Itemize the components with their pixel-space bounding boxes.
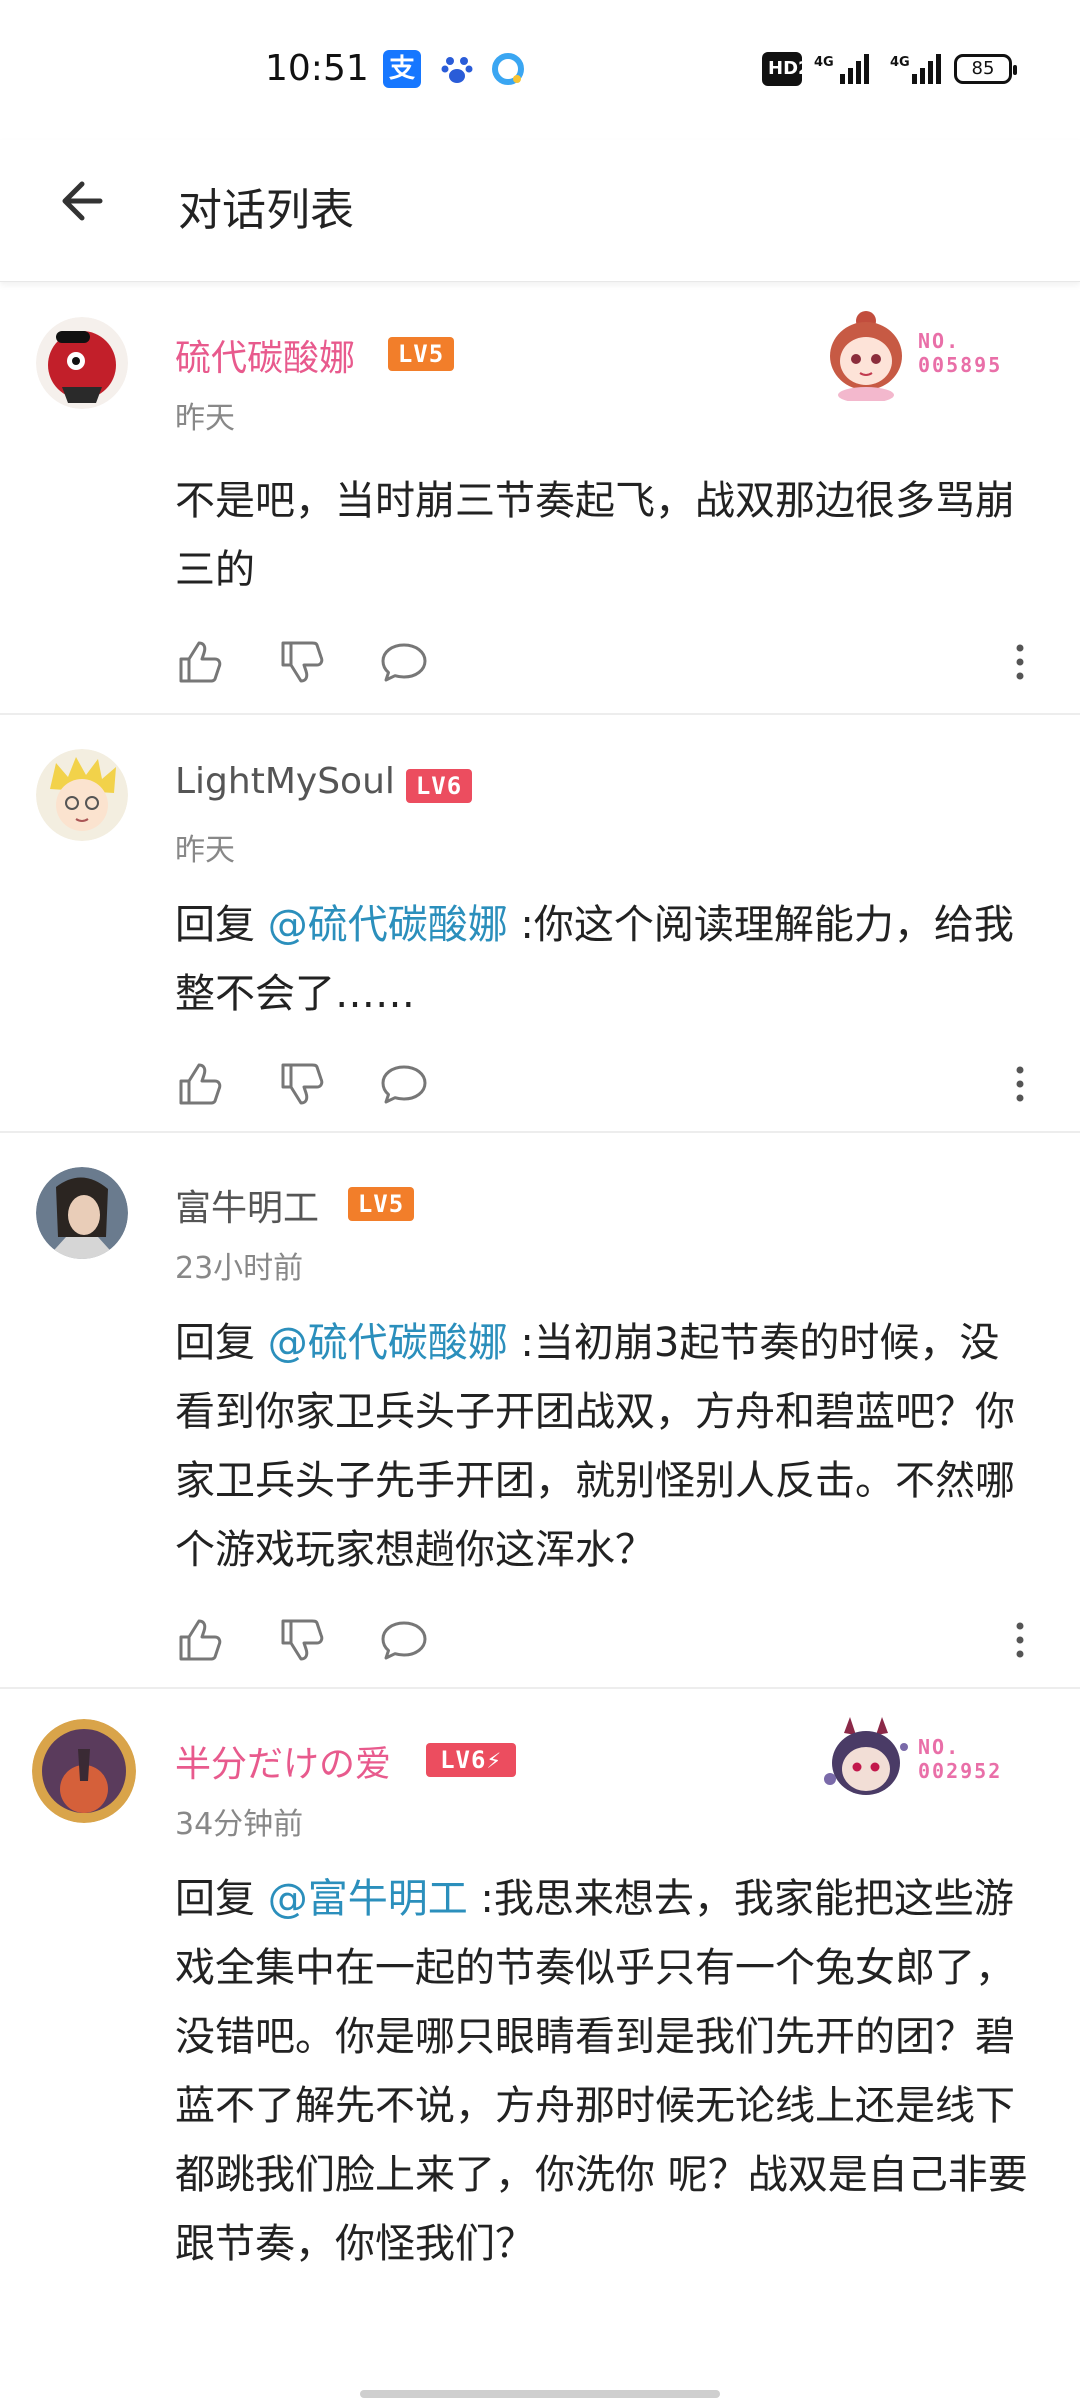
avatar[interactable] [36, 749, 128, 841]
status-time: 10:51 [265, 48, 369, 89]
battery-icon: 85 [954, 54, 1017, 84]
reply-prefix: 回复 [175, 1876, 268, 1922]
badge-character-icon [816, 1707, 916, 1807]
comment-bubble-icon[interactable] [379, 1615, 429, 1665]
baidu-paw-icon [438, 50, 476, 88]
comment-item: 硫代碳酸娜 LV5 NO. 005895 昨天 不是吧，当时崩三节奏起飞，战双那… [0, 283, 1080, 715]
comment-bubble-icon[interactable] [379, 637, 429, 687]
fan-badge: NO. 002952 [816, 1707, 1026, 1807]
reply-prefix: 回复 [175, 1320, 268, 1366]
username[interactable]: LightMySoul [175, 761, 395, 802]
level-badge: LV6⚡ [426, 1743, 516, 1777]
comment-text: 不是吧，当时崩三节奏起飞，战双那边很多骂崩三的 [175, 467, 1035, 605]
comment-body: 不是吧，当时崩三节奏起飞，战双那边很多骂崩三的 [175, 478, 1015, 593]
badge-number: NO. 005895 [918, 329, 1002, 377]
avatar[interactable] [36, 317, 128, 409]
thumb-up-icon[interactable] [175, 1615, 225, 1665]
comment-actions [175, 1059, 1035, 1119]
back-arrow-icon[interactable] [50, 166, 120, 236]
fan-badge: NO. 005895 [816, 301, 1026, 403]
badge-no-value: 002952 [918, 1759, 1003, 1783]
avatar[interactable] [36, 1167, 128, 1259]
status-bar: 10:51 支 HD2 4G 4G 85 [0, 0, 1080, 140]
thumb-down-icon[interactable] [277, 1059, 327, 1109]
comment-time: 34分钟前 [175, 1807, 304, 1842]
hd-indicator: HD2 [762, 52, 811, 86]
comment-actions [175, 637, 1035, 697]
reply-prefix: 回复 [175, 902, 268, 948]
thumb-up-icon[interactable] [175, 637, 225, 687]
comment-body: :我思来想去，我家能把这些游戏全集中在一起的节奏似乎只有一个兔女郎了，没错吧。你… [175, 1876, 1028, 2267]
username[interactable]: 半分だけの爱 [175, 1735, 391, 1787]
badge-no-label: NO. [918, 1735, 961, 1759]
page-title: 对话列表 [178, 185, 354, 236]
comment-bubble-icon[interactable] [379, 1059, 429, 1109]
badge-no-label: NO. [918, 329, 961, 353]
badge-number: NO. 002952 [918, 1735, 1002, 1783]
more-vertical-icon[interactable] [1005, 1615, 1035, 1665]
thumb-up-icon[interactable] [175, 1059, 225, 1109]
username[interactable]: 硫代碳酸娜 [175, 329, 355, 381]
more-vertical-icon[interactable] [1005, 637, 1035, 687]
alipay-icon: 支 [383, 50, 421, 88]
comment-item: LightMySoul LV6 昨天 回复 @硫代碳酸娜 :你这个阅读理解能力，… [0, 715, 1080, 1133]
comment-actions [175, 1615, 1035, 1675]
signal-icon-2: 4G [890, 52, 946, 86]
avatar[interactable] [32, 1719, 136, 1823]
svg-text:4G: 4G [814, 55, 834, 70]
comment-time: 23小时前 [175, 1251, 304, 1286]
gesture-bar [360, 2390, 720, 2398]
mention-link[interactable]: @硫代碳酸娜 [268, 902, 508, 948]
comment-text: 回复 @硫代碳酸娜 :你这个阅读理解能力，给我整不会了…… [175, 891, 1035, 1029]
comment-item: 富牛明工 LV5 23小时前 回复 @硫代碳酸娜 :当初崩3起节奏的时候，没看到… [0, 1133, 1080, 1689]
level-badge: LV5 [388, 337, 454, 371]
mention-link[interactable]: @硫代碳酸娜 [268, 1320, 508, 1366]
badge-no-value: 005895 [918, 353, 1003, 377]
username[interactable]: 富牛明工 [175, 1179, 319, 1231]
comment-text: 回复 @硫代碳酸娜 :当初崩3起节奏的时候，没看到你家卫兵头子开团战双，方舟和碧… [175, 1309, 1035, 1585]
thumb-down-icon[interactable] [277, 637, 327, 687]
svg-text:4G: 4G [890, 55, 910, 70]
level-badge: LV6 [406, 769, 472, 803]
comment-time: 昨天 [175, 401, 235, 436]
thumb-down-icon[interactable] [277, 1615, 327, 1665]
app-header: 对话列表 [0, 140, 1080, 282]
conversation-list: 硫代碳酸娜 LV5 NO. 005895 昨天 不是吧，当时崩三节奏起飞，战双那… [0, 283, 1080, 2400]
more-vertical-icon[interactable] [1005, 1059, 1035, 1109]
signal-icon-1: 4G [814, 52, 874, 86]
browser-icon [489, 50, 527, 88]
comment-time: 昨天 [175, 833, 235, 868]
level-badge: LV5 [348, 1187, 414, 1221]
comment-item: 半分だけの爱 LV6⚡ NO. 002952 34分钟前 回复 @富牛明工 :我… [0, 1689, 1080, 2400]
mention-link[interactable]: @富牛明工 [268, 1876, 468, 1922]
badge-character-icon [816, 301, 916, 403]
comment-text: 回复 @富牛明工 :我思来想去，我家能把这些游戏全集中在一起的节奏似乎只有一个兔… [175, 1865, 1035, 2279]
